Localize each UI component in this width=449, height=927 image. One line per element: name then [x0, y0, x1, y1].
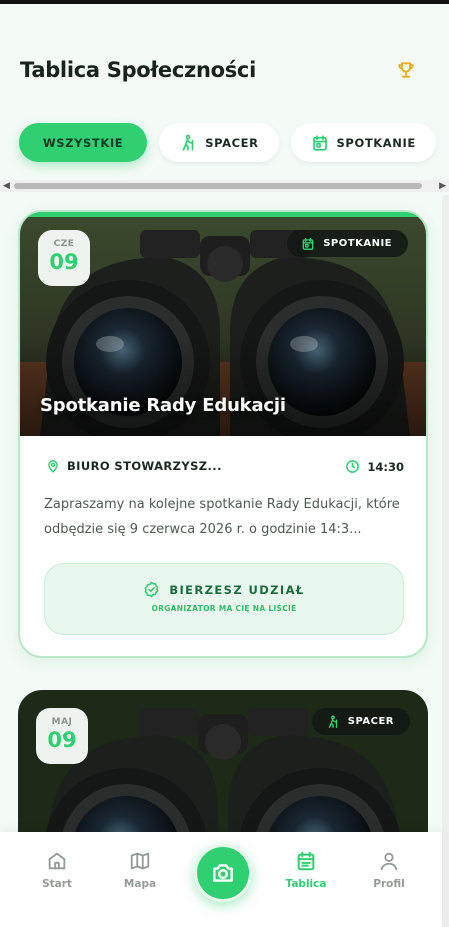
date-month: CZE: [53, 239, 75, 249]
scroll-left-icon[interactable]: ◀: [3, 180, 10, 192]
nav-label: Tablica: [285, 878, 327, 890]
user-icon: [380, 852, 398, 871]
nav-board[interactable]: Tablica: [271, 850, 341, 890]
hiking-icon: [328, 714, 337, 728]
event-meta: BIURO STOWARZYSZ... 14:30: [46, 459, 404, 479]
card-accent-bar: [20, 212, 426, 217]
participation-status[interactable]: BIERZESZ UDZIAŁ ORGANIZATOR MA CIĘ NA LI…: [44, 563, 404, 635]
filter-label: SPOTKANIE: [336, 135, 416, 150]
nav-label: Mapa: [123, 878, 157, 890]
calendar-icon: [302, 237, 314, 250]
scrollbar-thumb[interactable]: [14, 183, 422, 189]
event-type-badge: SPACER: [311, 708, 410, 735]
filter-label: SPACER: [205, 135, 259, 150]
board-icon: [297, 851, 315, 871]
event-type-badge: SPOTKANIE: [287, 230, 408, 257]
date-day: 09: [47, 728, 77, 752]
home-icon: [48, 852, 66, 870]
date-badge: CZE 09: [38, 230, 90, 286]
participation-sublabel: ORGANIZATOR MA CIĘ NA LIŚCIE: [151, 604, 297, 613]
filter-all-chip[interactable]: WSZYSTKIE: [19, 123, 148, 162]
camera-icon: [213, 864, 233, 882]
hiking-icon: [182, 134, 194, 151]
location-pin-icon: [48, 460, 58, 473]
nav-label: Start: [42, 878, 72, 890]
clock-icon: [346, 460, 360, 473]
participation-main: BIERZESZ UDZIAŁ: [45, 581, 403, 598]
calendar-icon: [312, 134, 327, 151]
filter-chips: WSZYSTKIE SPACER SPOTKANIE: [19, 123, 436, 163]
date-badge: MAJ 09: [36, 708, 88, 764]
event-description: Zapraszamy na kolejne spotkanie Rady Edu…: [44, 497, 400, 537]
horizontal-scrollbar[interactable]: ◀ ▶: [0, 180, 449, 192]
event-type-label: SPOTKANIE: [323, 238, 392, 249]
page-title: Tablica Społeczności: [20, 58, 256, 82]
nav-start[interactable]: Start: [22, 850, 92, 890]
event-location-text: BIURO STOWARZYSZ...: [67, 459, 222, 473]
filter-label: WSZYSTKIE: [43, 135, 124, 150]
trophy-icon[interactable]: [396, 60, 416, 80]
event-time: 14:30: [345, 459, 404, 474]
event-title: Spotkanie Rady Edukacji: [40, 395, 286, 416]
date-day: 09: [49, 250, 79, 274]
nav-profile[interactable]: Profil: [354, 850, 424, 890]
nav-label: Profil: [373, 878, 405, 890]
status-strip: [0, 0, 449, 4]
participation-label: BIERZESZ UDZIAŁ: [169, 582, 305, 597]
badge-check-icon: [144, 581, 159, 598]
page-header: Tablica Społeczności: [20, 58, 430, 88]
filter-walk-chip[interactable]: SPACER: [159, 123, 279, 162]
event-time-text: 14:30: [367, 459, 404, 474]
event-card[interactable]: CZE 09 SPOTKANIE Spotkanie Rady Edukacji…: [18, 210, 428, 658]
event-type-label: SPACER: [347, 716, 394, 727]
bottom-navigation: Start Mapa Tablica Profil: [0, 832, 442, 927]
map-icon: [130, 852, 150, 870]
scroll-right-icon[interactable]: ▶: [439, 180, 446, 192]
camera-button[interactable]: [194, 844, 252, 902]
vertical-scrollbar[interactable]: [442, 195, 449, 927]
date-month: MAJ: [51, 717, 73, 727]
filter-meeting-chip[interactable]: SPOTKANIE: [290, 123, 436, 162]
nav-map[interactable]: Mapa: [105, 850, 175, 890]
event-location: BIURO STOWARZYSZ...: [46, 459, 222, 473]
